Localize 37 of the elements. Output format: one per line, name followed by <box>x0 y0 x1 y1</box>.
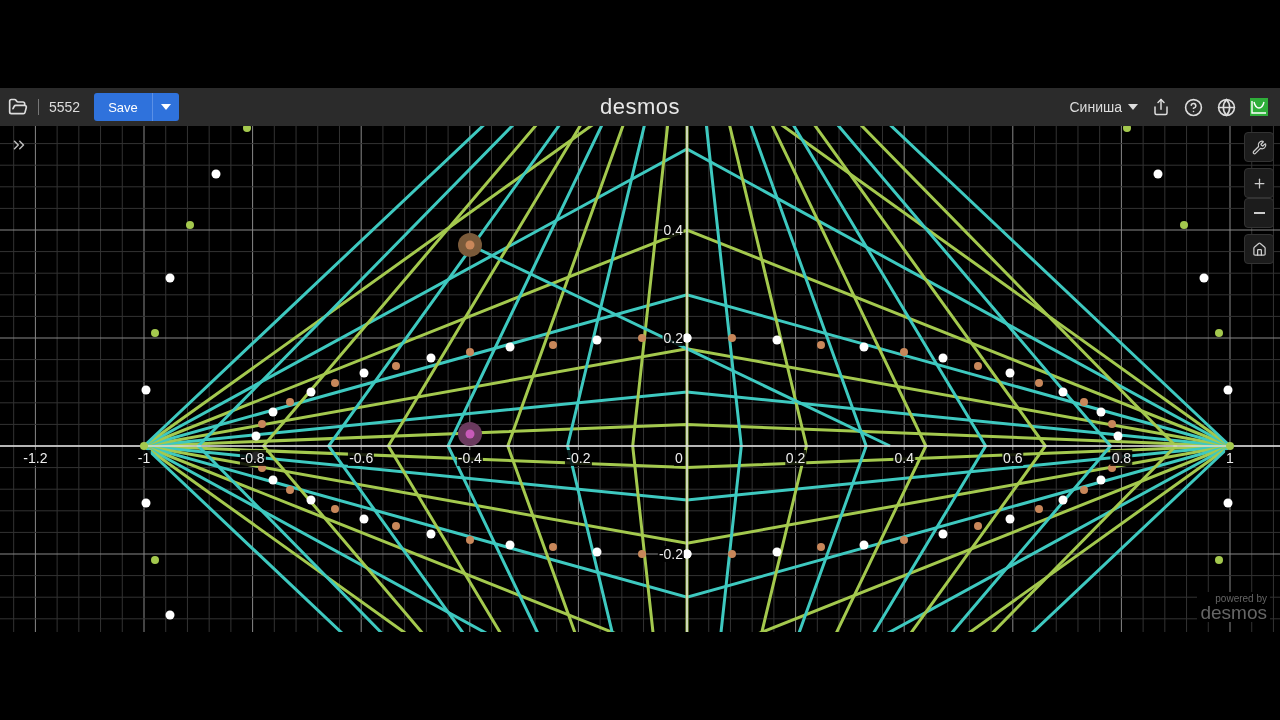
save-button[interactable]: Save <box>94 93 152 121</box>
share-icon[interactable] <box>1152 98 1170 116</box>
x-tick-label: 1 <box>1225 450 1235 466</box>
y-tick-label: 0.2 <box>662 330 684 346</box>
logo: desmos <box>599 94 680 120</box>
home-button[interactable] <box>1244 234 1274 264</box>
caret-icon <box>159 103 172 111</box>
x-tick-label: -0.4 <box>456 450 483 466</box>
minus-icon <box>1253 212 1265 214</box>
y-tick-label: 0.4 <box>662 222 684 238</box>
globe-icon[interactable] <box>1217 97 1236 117</box>
user-menu[interactable]: Синиша <box>1069 99 1138 115</box>
y-tick-label: -0.2 <box>657 546 684 562</box>
x-tick-label: -0.6 <box>348 450 375 466</box>
x-tick-label: -0.8 <box>239 450 266 466</box>
brand-logo: desmos <box>1200 604 1267 621</box>
x-tick-label: 0.8 <box>1110 450 1133 466</box>
x-tick-label: -1.2 <box>22 450 49 466</box>
folder-icon[interactable] <box>8 97 28 117</box>
app-icon[interactable] <box>1250 98 1268 116</box>
zoom-out-button[interactable] <box>1244 198 1274 228</box>
wrench-icon <box>1251 139 1267 155</box>
graph-canvas[interactable]: -1.2 -1 -0.8 -0.6 -0.4 -0.2 0 0.2 0.4 0.6 0.8 1 0.4 0.2 -0.2 powered by desmos <box>0 126 1280 632</box>
x-tick-label: 0 <box>674 450 684 466</box>
powered-by-text: powered by <box>1215 593 1267 604</box>
graph-title: 5552 <box>49 99 81 115</box>
x-tick-label: 0.6 <box>1002 450 1024 466</box>
x-tick-label: 0.4 <box>893 450 915 466</box>
settings-button[interactable] <box>1244 132 1274 162</box>
plus-icon <box>1251 175 1267 191</box>
caret-icon <box>1128 104 1138 110</box>
save-menu-button[interactable] <box>151 93 179 121</box>
x-tick-label: -1 <box>136 450 152 466</box>
x-tick-label: -0.2 <box>565 450 592 466</box>
x-tick-label: 0.2 <box>784 450 807 466</box>
help-icon[interactable] <box>1184 97 1203 117</box>
home-icon <box>1251 241 1267 257</box>
